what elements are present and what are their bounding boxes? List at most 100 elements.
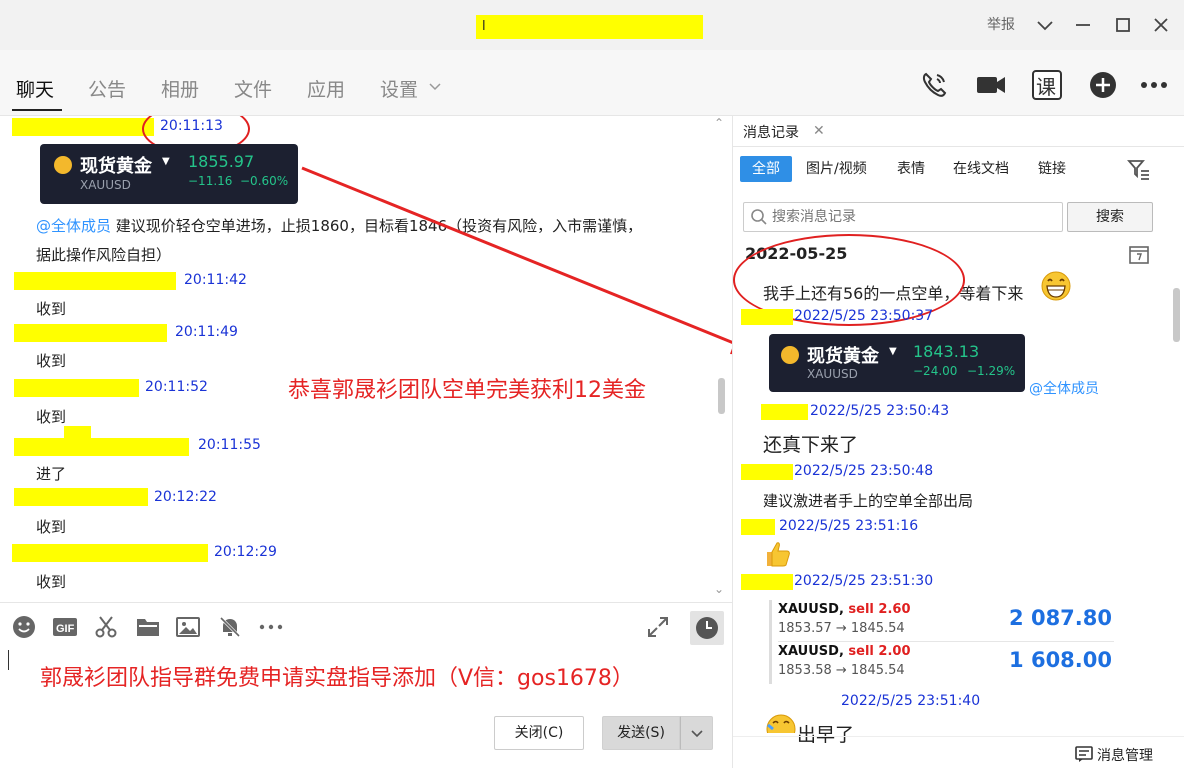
qq-group-chat-window: l 举报 聊天 公告 相册 文件 应用 设置 课 20:11:13 现货黄金 ▼… [0, 0, 1184, 768]
stock-price: 1855.97 [188, 152, 255, 171]
send-button[interactable]: 发送(S) [602, 716, 680, 750]
sender-name-redacted [741, 519, 775, 535]
stock-change-pct: −1.29% [967, 364, 1016, 378]
class-icon[interactable]: 课 [1031, 69, 1063, 101]
sender-name-redacted [761, 404, 808, 420]
phone-icon[interactable] [918, 69, 950, 101]
tab-settings[interactable]: 设置 [380, 75, 418, 102]
send-options-chevron-icon[interactable] [680, 716, 713, 750]
trade-symbol: XAUUSD, [778, 644, 844, 659]
divider [733, 146, 1184, 147]
laugh-cry-emoji-icon [765, 713, 797, 744]
chevron-down-icon[interactable] [1032, 12, 1058, 38]
filter-media[interactable]: 图片/视频 [806, 156, 867, 182]
stock-name: 现货黄金 [80, 156, 152, 177]
message-text: 收到 [36, 300, 67, 318]
trade-prices: 1853.57 → 1845.54 [778, 621, 905, 636]
sender-name-redacted [64, 426, 91, 438]
tab-chat[interactable]: 聊天 [16, 75, 54, 102]
svg-text:GIF: GIF [56, 623, 75, 635]
sender-name-redacted [14, 324, 167, 342]
history-search-button[interactable]: 搜索 [1067, 202, 1153, 232]
stock-quote-card[interactable]: 现货黄金 ▼ XAUUSD 1855.97 −11.16 −0.60% [40, 144, 298, 204]
filter-all[interactable]: 全部 [740, 156, 792, 182]
gold-coin-icon [781, 346, 799, 364]
overlay-promo-text: 恭喜郭晟衫团队空单完美获利12美金 [288, 378, 646, 403]
message-time: 20:12:29 [214, 544, 277, 560]
sender-name-redacted [12, 118, 154, 136]
emoji-icon[interactable] [12, 615, 36, 639]
window-title: l [482, 19, 486, 34]
sender-name-redacted [14, 272, 176, 290]
trade-profit: 2 087.80 [1009, 606, 1112, 630]
history-time: 2022/5/25 23:51:40 [841, 693, 981, 709]
trade-symbol: XAUUSD, [778, 602, 844, 617]
folder-icon[interactable] [136, 615, 160, 639]
gif-icon[interactable]: GIF [52, 615, 77, 639]
chat-scrollbar[interactable] [718, 378, 725, 414]
message-time: 20:11:49 [175, 324, 238, 340]
stock-quote-card[interactable]: 现货黄金 ▼ XAUUSD 1843.13 −24.00 −1.29% [769, 334, 1025, 392]
class-icon-label: 课 [1036, 75, 1056, 99]
message-text: 收到 [36, 573, 67, 591]
compose-toolbar: GIF [0, 602, 732, 652]
stock-code: XAUUSD [80, 178, 131, 192]
more-icon[interactable] [1138, 69, 1170, 101]
history-bottom-bar: 消息管理 [733, 736, 1184, 768]
trade-side: sell 2.60 [848, 602, 911, 617]
history-time: 2022/5/25 23:51:30 [794, 573, 934, 589]
title-bar: l 举报 [0, 0, 1184, 50]
scissors-icon[interactable] [94, 615, 118, 639]
message-text: 进了 [36, 465, 67, 483]
stock-change-pct: −0.60% [240, 174, 289, 188]
mention-all[interactable]: @全体成员 [1029, 378, 1099, 398]
history-search-field[interactable] [743, 202, 1063, 232]
scroll-top-icon[interactable]: ⌃ [714, 116, 724, 130]
sender-name-redacted [14, 438, 189, 456]
announcement-text-line2: 据此操作风险自担） [36, 246, 172, 264]
report-button[interactable]: 举报 [987, 14, 1015, 34]
filter-emoji[interactable]: 表情 [897, 156, 925, 182]
tab-files[interactable]: 文件 [234, 75, 272, 102]
tab-announcement[interactable]: 公告 [88, 75, 126, 102]
mute-bell-icon[interactable] [218, 615, 242, 639]
video-call-icon[interactable] [975, 69, 1007, 101]
close-icon[interactable] [1148, 12, 1174, 38]
close-button[interactable]: 关闭(C) [494, 716, 584, 750]
message-input-text[interactable]: 郭晟衫团队指导群免费申请实盘指导添加（V信：gos1678） [40, 660, 634, 692]
window-title-redacted: l [476, 15, 703, 39]
history-scrollbar[interactable] [1173, 288, 1180, 342]
sender-name-redacted [741, 574, 793, 590]
message-time: 20:11:42 [184, 272, 247, 288]
filter-docs[interactable]: 在线文档 [953, 156, 1009, 182]
message-manage-button[interactable]: 消息管理 [1097, 745, 1153, 765]
message-time: 20:12:22 [154, 489, 217, 505]
message-history-panel: 消息记录 ✕ 全部 图片/视频 表情 在线文档 链接 搜索 2022-05-25… [732, 116, 1184, 768]
grin-emoji-icon [1040, 270, 1072, 306]
filter-settings-icon[interactable] [1127, 158, 1151, 186]
expand-icon[interactable] [646, 615, 670, 639]
minimize-icon[interactable] [1070, 12, 1096, 38]
message-manage-icon[interactable] [1075, 745, 1093, 767]
thumbs-up-emoji-icon [761, 538, 793, 574]
mention-all[interactable]: @全体成员 [36, 217, 111, 235]
tab-album[interactable]: 相册 [161, 75, 199, 102]
tab-apps[interactable]: 应用 [307, 75, 345, 102]
filter-links[interactable]: 链接 [1038, 156, 1066, 182]
maximize-icon[interactable] [1110, 12, 1136, 38]
more-tools-icon[interactable] [258, 615, 283, 639]
add-icon[interactable] [1087, 69, 1119, 101]
history-tab-close-icon[interactable]: ✕ [813, 123, 825, 139]
history-message: 还真下来了 [763, 434, 859, 456]
history-message: 建议激进者手上的空单全部出局 [763, 492, 974, 510]
history-search-input[interactable] [772, 203, 1052, 231]
settings-chevron-down-icon[interactable] [428, 76, 442, 100]
history-tab-label[interactable]: 消息记录 [743, 122, 799, 142]
stock-price: 1843.13 [913, 342, 980, 361]
scroll-bottom-icon[interactable]: ⌄ [714, 582, 724, 596]
sender-name-redacted [14, 488, 148, 506]
image-icon[interactable] [176, 615, 200, 639]
history-clock-icon[interactable] [690, 611, 724, 645]
dropdown-triangle-icon: ▼ [889, 346, 897, 357]
calendar-icon[interactable] [1129, 244, 1149, 268]
